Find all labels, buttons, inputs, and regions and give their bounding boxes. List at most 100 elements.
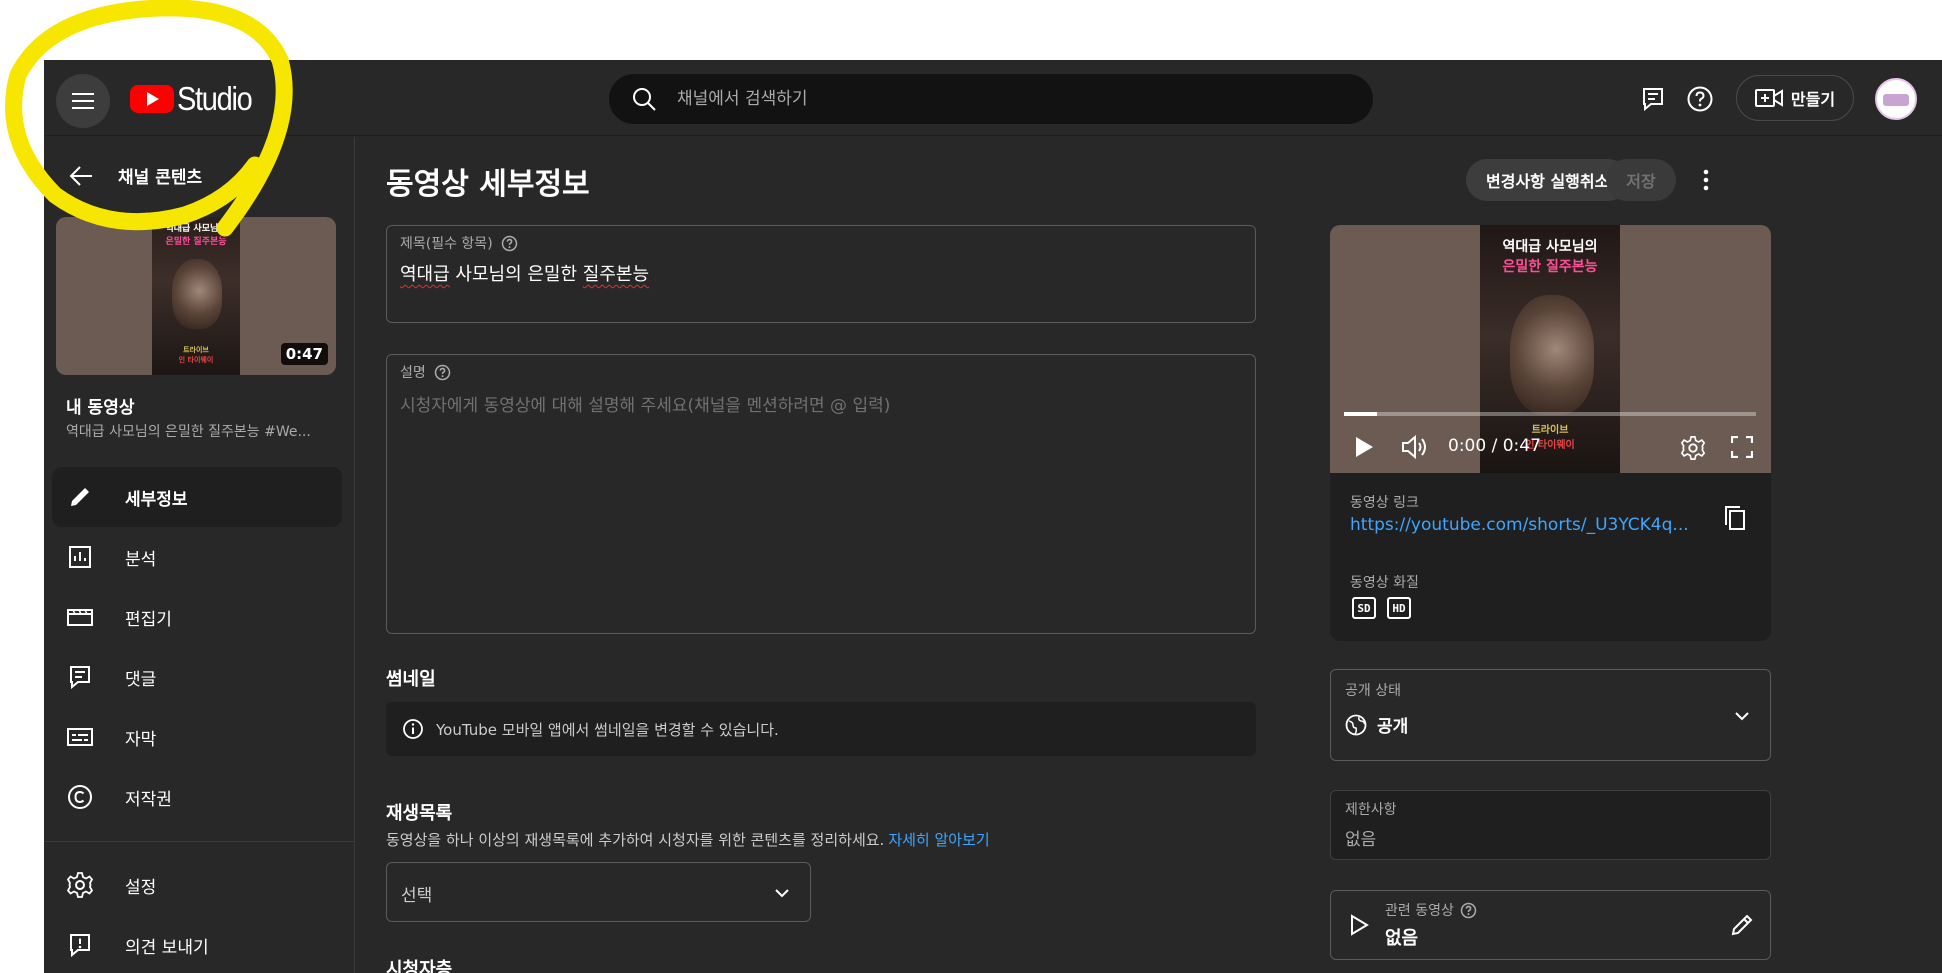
my-video-heading: 내 동영상 [66,398,135,418]
sidebar-divider [44,841,354,842]
pencil-icon [64,481,96,513]
sidebar-item-analytics[interactable]: 분석 [52,527,342,587]
sidebar-item-comments[interactable]: 댓글 [52,647,342,707]
search-bar[interactable] [609,74,1373,124]
menu-button[interactable] [56,74,110,128]
player-settings-button[interactable] [1678,433,1708,463]
arrow-back-icon [69,165,92,186]
video-link[interactable]: https://youtube.com/shorts/_U3YCK4q... [1350,515,1695,535]
studio-app: Studio 만들기 채널 콘텐츠 역대급 사모님의 은밀한 질주본능 [44,60,1942,973]
audience-section-title: 시청자층 [386,959,453,973]
sidebar-item-subtitles[interactable]: 자막 [52,707,342,767]
page-top-margin [0,0,1942,60]
feedback-icon [64,929,96,961]
copy-icon [1725,506,1745,530]
related-video-field[interactable]: 관련 동영상 없음 [1330,890,1771,960]
learn-more-link[interactable]: 자세히 알아보기 [888,831,989,849]
info-icon [403,719,423,739]
play-outline-icon [1351,914,1369,936]
save-button[interactable]: 저장 [1606,159,1676,201]
playlist-select-label: 선택 [401,886,433,906]
related-video-value: 없음 [1385,928,1419,949]
globe-icon [1345,714,1367,735]
back-label: 채널 콘텐츠 [118,168,203,188]
back-to-channel-content[interactable]: 채널 콘텐츠 [68,163,202,188]
title-word-spellcheck: 역대급 [400,264,450,285]
video-preview-card: 역대급 사모님의 은밀한 질주본능 트라이브 인 타이웨이 0:00 / 0:4… [1330,225,1771,641]
volume-icon [1402,434,1426,460]
more-vert-icon [1703,169,1709,191]
title-field-label: 제목(필수 항목) [400,236,493,252]
related-video-label: 관련 동영상 [1385,903,1454,919]
sidebar-item-copyright[interactable]: 저작권 [52,767,342,827]
edit-pencil-icon[interactable] [1729,912,1755,938]
sidebar-item-editor[interactable]: 편집기 [52,587,342,647]
settings-icon [64,869,96,901]
thumbnail-info-text: YouTube 모바일 앱에서 썸네일을 변경할 수 있습니다. [436,720,779,739]
poster-foot2: 인 타이웨이 [178,356,214,364]
fullscreen-button[interactable] [1728,433,1756,461]
play-icon [1356,437,1373,457]
play-button[interactable] [1350,433,1378,461]
video-thumbnail[interactable]: 역대급 사모님의 은밀한 질주본능 트라이브 인 타이웨이 0:47 [56,217,336,375]
copyright-icon [64,781,96,813]
title-word-spellcheck: 질주본능 [582,264,650,285]
sidebar-item-label: 설정 [125,877,157,898]
progress-fill [1344,412,1377,416]
title-value[interactable]: 역대급 사모님의 은밀한 질주본능 [400,260,649,286]
help-icon[interactable] [434,364,451,381]
sidebar-item-label: 댓글 [125,669,157,690]
video-quality-label: 동영상 화질 [1350,575,1419,591]
playlist-select[interactable]: 선택 [386,862,811,922]
progress-bar[interactable] [1344,412,1756,416]
sidebar-item-label: 저작권 [125,789,172,810]
menu-icon [72,93,94,109]
hd-badge: HD [1387,597,1411,619]
sidebar-item-label: 편집기 [125,609,172,630]
sidebar-item-label: 자막 [125,729,157,750]
page-title: 동영상 세부정보 [386,167,590,202]
player-poster-line2: 은밀한 질주본능 [1502,259,1598,275]
help-icon [1687,86,1713,112]
poster-foot1: 트라이브 [183,346,209,354]
help-button[interactable] [1685,84,1715,114]
analytics-icon [64,541,96,573]
help-icon[interactable] [1460,902,1477,919]
player-poster-foot1: 트라이브 [1531,425,1569,436]
sidebar-item-settings[interactable]: 설정 [52,855,342,915]
search-icon [633,88,656,111]
title-field[interactable]: 제목(필수 항목) 역대급 사모님의 은밀한 질주본능 [386,225,1256,323]
restrictions-value: 없음 [1345,830,1377,850]
visibility-dropdown[interactable]: 공개 상태 공개 [1330,669,1771,761]
undo-changes-button[interactable]: 변경사항 실행취소 [1466,159,1630,201]
comments-icon [64,661,96,693]
restrictions-label: 제한사항 [1345,802,1397,818]
logo-text: Studio [177,80,253,117]
feedback-button[interactable] [1638,84,1668,114]
sidebar: 채널 콘텐츠 역대급 사모님의 은밀한 질주본능 트라이브 인 타이웨이 0:4… [44,137,355,973]
visibility-value: 공개 [1377,717,1409,737]
time-display: 0:00 / 0:47 [1448,436,1541,456]
main-content: 동영상 세부정보 변경사항 실행취소 저장 제목(필수 항목) 역대급 사모님의… [356,137,1942,973]
description-field[interactable]: 설명 시청자에게 동영상에 대해 설명해 주세요(채널을 멘션하려면 @ 입력) [386,354,1256,634]
create-button[interactable]: 만들기 [1736,75,1854,121]
thumbnail-section-title: 썸네일 [386,669,436,690]
volume-button[interactable] [1398,433,1430,461]
subtitles-icon [64,721,96,753]
youtube-logo-icon [130,85,174,113]
sidebar-item-details[interactable]: 세부정보 [52,467,342,527]
video-player[interactable]: 역대급 사모님의 은밀한 질주본능 트라이브 인 타이웨이 0:00 / 0:4… [1330,225,1771,473]
player-poster-portrait [1510,295,1594,415]
studio-logo[interactable]: Studio [130,80,262,117]
chevron-down-icon [1735,712,1749,721]
more-options-button[interactable] [1691,165,1721,195]
search-input[interactable] [677,89,1277,109]
sidebar-item-label: 의견 보내기 [125,937,209,958]
copy-link-button[interactable] [1724,505,1746,535]
avatar[interactable] [1875,78,1917,120]
top-header: Studio 만들기 [44,60,1942,136]
poster-portrait [172,259,222,329]
sidebar-item-send-feedback[interactable]: 의견 보내기 [52,915,342,973]
help-icon[interactable] [501,235,518,252]
sidebar-nav: 세부정보 분석 편집기 댓글 자막 저작권 [52,467,342,827]
